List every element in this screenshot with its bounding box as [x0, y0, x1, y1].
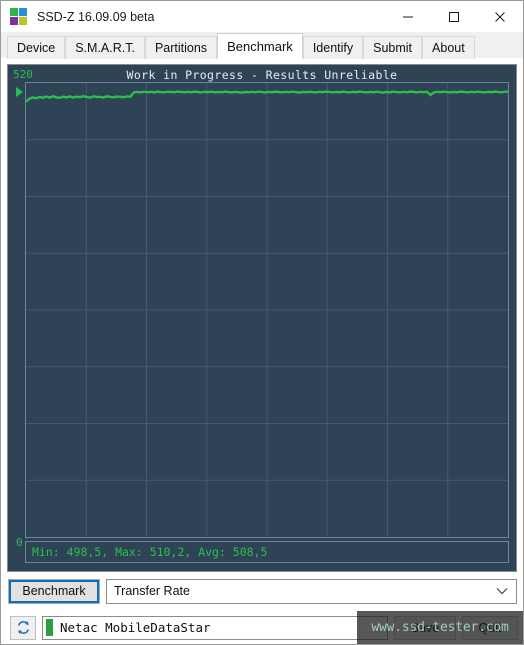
tab-about[interactable]: About	[422, 36, 475, 59]
chart-stats-text: Min: 498,5, Max: 510,2, Avg: 508,5	[25, 541, 509, 563]
tab-smart[interactable]: S.M.A.R.T.	[65, 36, 145, 59]
benchmark-panel: 520 Work in Progress - Results Unreliabl…	[1, 59, 523, 611]
window-controls	[385, 1, 523, 32]
chart-title: Work in Progress - Results Unreliable	[126, 68, 398, 82]
y-axis-min-label: 0	[16, 536, 23, 549]
device-name-field[interactable]: Netac MobileDataStar	[42, 615, 388, 640]
quit-button[interactable]: Quit	[462, 615, 518, 640]
tab-submit[interactable]: Submit	[363, 36, 423, 59]
benchmark-button[interactable]: Benchmark	[8, 578, 100, 604]
minimize-icon	[403, 16, 413, 17]
benchmark-controls: Benchmark Transfer Rate	[7, 578, 517, 604]
device-health-indicator	[46, 619, 53, 636]
chevron-down-icon	[496, 580, 508, 603]
transfer-mode-value: Transfer Rate	[114, 584, 190, 598]
title-bar: SSD-Z 16.09.09 beta	[1, 1, 523, 32]
maximize-icon	[449, 11, 459, 22]
benchmark-chart: 520 Work in Progress - Results Unreliabl…	[7, 64, 517, 572]
play-triangle-icon	[16, 87, 23, 97]
save-button[interactable]: Save	[394, 615, 456, 640]
chart-gridlines	[26, 83, 508, 537]
refresh-icon	[17, 621, 29, 634]
device-name-label: Netac MobileDataStar	[60, 620, 211, 635]
minimize-button[interactable]	[385, 1, 431, 32]
application-window: SSD-Z 16.09.09 beta Device S.M.A.R.T. Pa…	[0, 0, 524, 645]
app-logo-icon	[10, 8, 27, 25]
maximize-button[interactable]	[431, 1, 477, 32]
tab-partitions[interactable]: Partitions	[144, 36, 218, 59]
close-icon	[495, 11, 505, 22]
tab-strip: Device S.M.A.R.T. Partitions Benchmark I…	[1, 32, 523, 59]
close-button[interactable]	[477, 1, 523, 32]
tab-identify[interactable]: Identify	[302, 36, 364, 59]
chart-plot-svg	[26, 83, 508, 537]
window-title: SSD-Z 16.09.09 beta	[37, 9, 155, 24]
refresh-button[interactable]	[10, 615, 36, 640]
tab-benchmark[interactable]: Benchmark	[217, 33, 303, 59]
chart-plot-area	[25, 82, 509, 538]
status-bar: Netac MobileDataStar Save Quit www.ssd-t…	[1, 611, 523, 644]
tab-device[interactable]: Device	[7, 36, 66, 59]
transfer-mode-dropdown[interactable]: Transfer Rate	[106, 578, 517, 604]
